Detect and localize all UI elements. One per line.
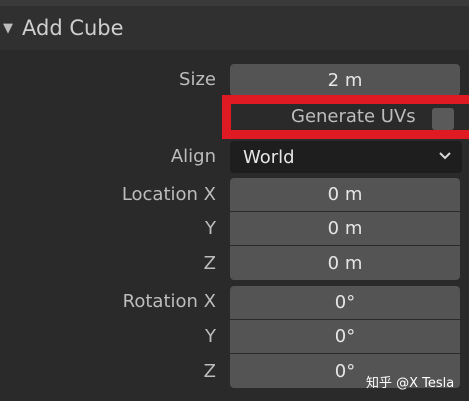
location-y-field[interactable]: 0 m <box>230 212 460 245</box>
collapse-triangle-icon[interactable]: ▼ <box>3 21 13 36</box>
align-dropdown[interactable]: World <box>230 141 462 173</box>
location-x-label: Location X <box>121 184 216 205</box>
align-value: World <box>243 146 295 168</box>
rotation-y-label: Y <box>205 326 216 347</box>
rotation-x-field[interactable]: 0° <box>230 286 460 319</box>
location-z-label: Z <box>203 253 216 274</box>
panel-header[interactable]: ▼ Add Cube <box>0 6 469 50</box>
chevron-down-icon <box>439 152 451 160</box>
size-field[interactable]: 2 m <box>230 64 460 96</box>
rotation-x-label: Rotation X <box>122 291 216 312</box>
watermark: 知乎 @X Tesla <box>366 376 455 391</box>
align-label: Align <box>170 146 216 167</box>
location-x-field[interactable]: 0 m <box>230 178 460 211</box>
panel-title: Add Cube <box>22 16 124 40</box>
rotation-y-field[interactable]: 0° <box>230 320 460 353</box>
rotation-z-label: Z <box>203 361 216 382</box>
location-z-field[interactable]: 0 m <box>230 246 460 280</box>
red-highlight-box <box>222 95 469 139</box>
location-y-label: Y <box>205 218 216 239</box>
size-label: Size <box>179 69 216 90</box>
